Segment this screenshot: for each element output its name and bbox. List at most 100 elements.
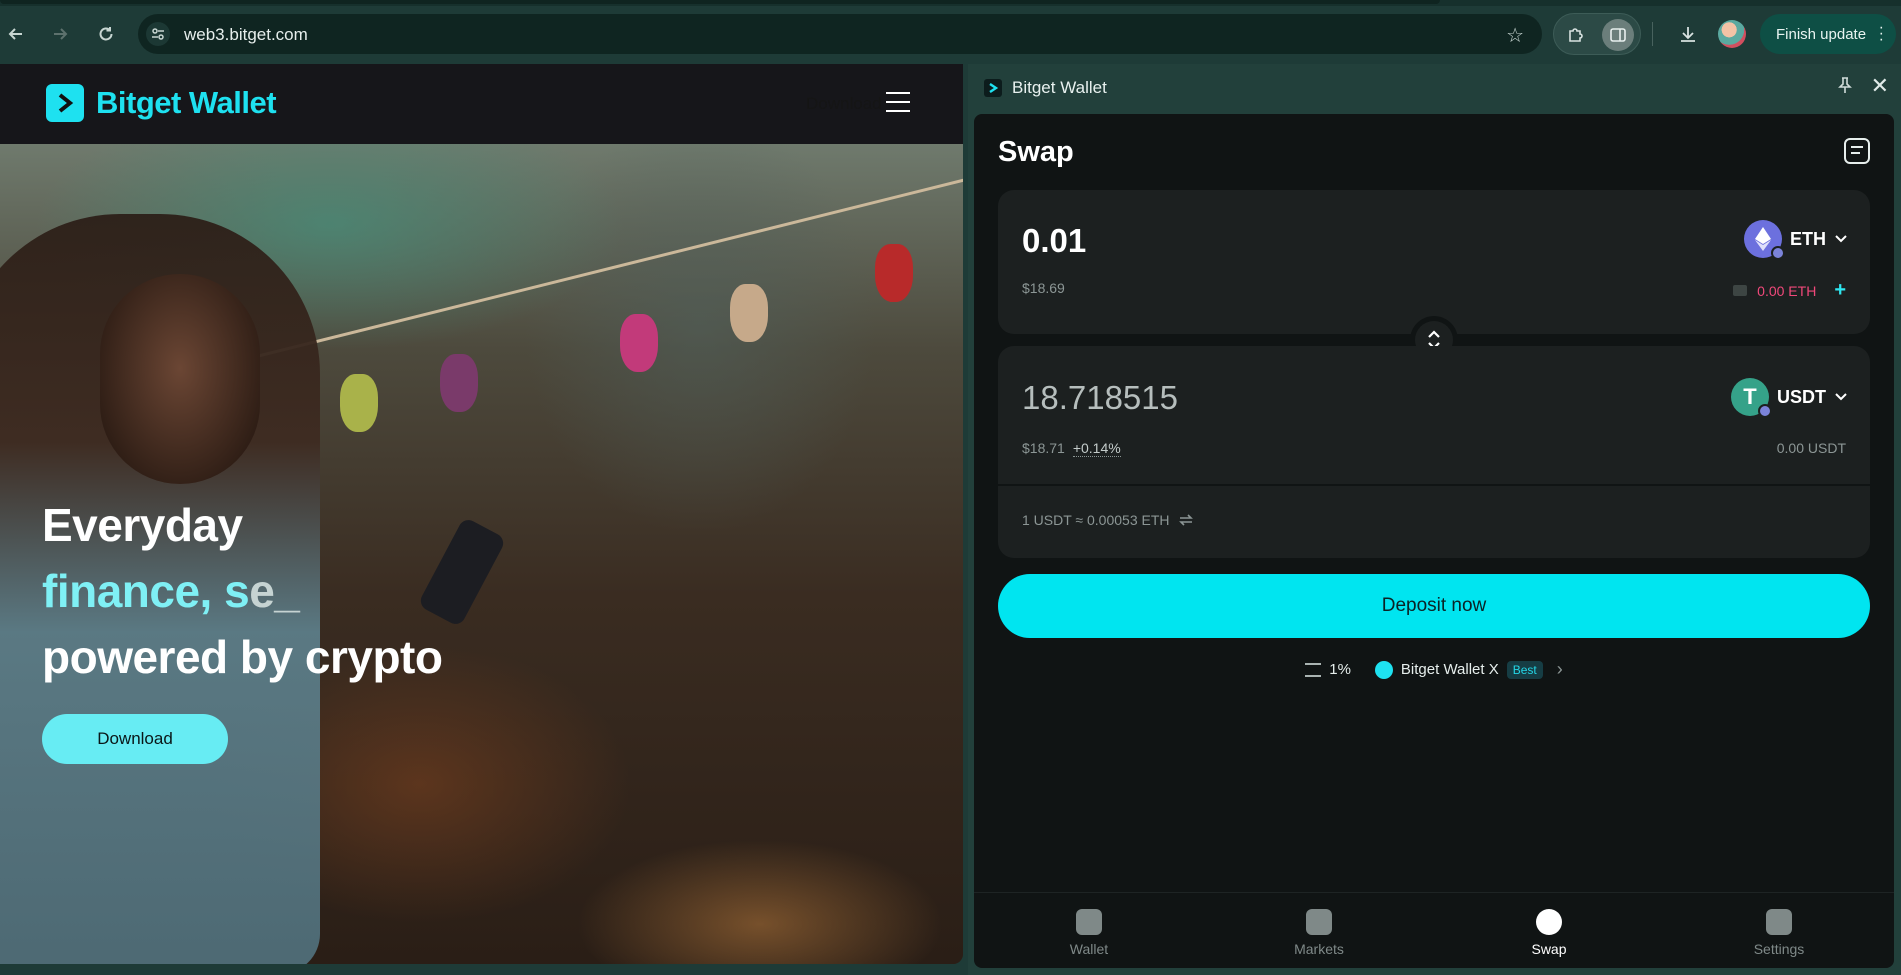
menu-icon[interactable] xyxy=(886,92,910,112)
decorative-bag xyxy=(440,354,478,412)
nav-swap[interactable]: Swap xyxy=(1434,893,1664,968)
chevron-down-icon xyxy=(1835,235,1847,243)
website-viewport: Bitget Wallet Download Everyday finance,… xyxy=(0,64,963,964)
deposit-now-button[interactable]: Deposit now xyxy=(998,574,1870,638)
pin-icon[interactable] xyxy=(1837,76,1853,99)
hero-banner: Everyday finance, se_ powered by crypto … xyxy=(0,144,963,964)
nav-wallet[interactable]: Wallet xyxy=(974,893,1204,968)
settings-icon xyxy=(1766,909,1792,935)
side-panel-button[interactable] xyxy=(1602,19,1634,51)
decorative-bag xyxy=(730,284,768,342)
forward-button[interactable] xyxy=(44,18,76,50)
finish-update-label: Finish update xyxy=(1776,25,1867,43)
chart-icon xyxy=(1306,909,1332,935)
exchange-rate-row: 1 USDT ≈ 0.00053 ETH xyxy=(1022,512,1194,528)
arrow-left-icon xyxy=(8,28,22,40)
downloads-button[interactable] xyxy=(1672,18,1704,50)
decorative-bag xyxy=(875,244,913,302)
brand-name: Bitget Wallet xyxy=(96,85,277,120)
order-history-icon[interactable] xyxy=(1844,138,1870,164)
headline-line-3: powered by crypto xyxy=(42,631,443,683)
tab-strip-line xyxy=(0,0,1440,4)
price-impact[interactable]: +0.14% xyxy=(1072,440,1121,457)
bookmark-star-icon[interactable]: ☆ xyxy=(1506,23,1524,48)
extensions-group xyxy=(1553,13,1641,55)
browser-side-panel: Bitget Wallet ✕ Swap 0.01 $18.69 ETH 0.0… xyxy=(968,64,1901,975)
bottom-nav: Wallet Markets Swap Settings xyxy=(974,892,1894,968)
bitget-wallet-icon xyxy=(984,79,1002,97)
hero-download-button[interactable]: Download xyxy=(42,714,228,764)
profile-avatar[interactable] xyxy=(1718,20,1746,48)
from-token-card: 0.01 $18.69 ETH 0.00 ETH + xyxy=(998,190,1870,334)
more-vert-icon: · · · xyxy=(1878,19,1884,48)
site-header: Bitget Wallet Download xyxy=(0,64,963,144)
tab-strip xyxy=(0,0,1901,6)
side-panel-title: Bitget Wallet xyxy=(1012,78,1107,97)
to-token-selector[interactable]: T USDT xyxy=(1731,378,1848,418)
swap-title: Swap xyxy=(998,136,1074,168)
nav-settings[interactable]: Settings xyxy=(1664,893,1894,968)
chevron-down-icon xyxy=(1835,393,1847,401)
arrow-right-icon xyxy=(54,28,68,40)
reload-button[interactable] xyxy=(90,18,122,50)
headline-typed-text: finance, s xyxy=(42,565,250,617)
to-usd-value: $18.71 xyxy=(1022,440,1065,456)
nav-label: Settings xyxy=(1753,941,1805,957)
from-balance: 0.00 ETH + xyxy=(1733,279,1846,302)
best-badge: Best xyxy=(1506,660,1543,679)
url-text: web3.bitget.com xyxy=(184,25,308,44)
from-token-selector[interactable]: ETH xyxy=(1744,220,1848,260)
address-bar[interactable]: web3.bitget.com ☆ xyxy=(138,14,1542,54)
back-button[interactable] xyxy=(0,18,32,50)
reload-icon xyxy=(99,27,113,41)
to-balance: 0.00 USDT xyxy=(1777,440,1846,456)
provider-name: Bitget Wallet X xyxy=(1400,661,1499,678)
slippage-value: 1% xyxy=(1329,661,1351,678)
slippage-icon xyxy=(1305,662,1322,677)
site-info-icon[interactable] xyxy=(146,22,170,46)
hero-phone-image xyxy=(417,516,507,628)
route-info-row[interactable]: 1% Bitget Wallet X Best › xyxy=(974,659,1894,680)
from-amount-input[interactable]: 0.01 xyxy=(1022,222,1086,260)
headline-line-1: Everyday xyxy=(42,499,243,551)
card-divider xyxy=(998,484,1870,486)
chevron-right-icon: › xyxy=(1556,659,1563,679)
nav-label: Markets xyxy=(1294,941,1344,957)
chain-badge-icon xyxy=(1758,404,1772,418)
to-usd-row: $18.71 +0.14% xyxy=(1022,440,1121,457)
add-funds-icon[interactable]: + xyxy=(1834,279,1846,302)
extensions-button[interactable] xyxy=(1560,19,1592,51)
finish-update-button[interactable]: Finish update · · · xyxy=(1760,14,1896,54)
eth-icon xyxy=(1744,220,1785,260)
decorative-bag xyxy=(340,374,378,432)
side-panel-header: Bitget Wallet xyxy=(984,78,1107,98)
headline-line-2: finance, se_ xyxy=(42,558,300,624)
to-balance-value: 0.00 USDT xyxy=(1776,440,1846,456)
to-token-card: 18.718515 $18.71 +0.14% T USDT 0.00 USDT … xyxy=(998,346,1870,558)
nav-markets[interactable]: Markets xyxy=(1204,893,1434,968)
hero-face-image xyxy=(100,274,260,484)
toolbar-separator xyxy=(1652,22,1653,46)
wallet-swap-screen: Swap 0.01 $18.69 ETH 0.00 ETH + 18.71851… xyxy=(974,114,1894,968)
from-balance-value: 0.00 ETH xyxy=(1757,282,1817,299)
header-download-link[interactable]: Download xyxy=(806,94,882,114)
from-token-symbol: ETH xyxy=(1790,228,1826,249)
bitget-logo[interactable]: Bitget Wallet xyxy=(46,84,277,122)
wallet-icon xyxy=(1076,909,1102,935)
chain-badge-icon xyxy=(1771,246,1785,260)
nav-label: Swap xyxy=(1531,941,1567,957)
provider-icon xyxy=(1374,660,1393,679)
close-icon[interactable]: ✕ xyxy=(1871,73,1889,99)
to-amount-output: 18.718515 xyxy=(1022,379,1178,416)
nav-label: Wallet xyxy=(1069,941,1109,957)
headline-typing-cursor: e_ xyxy=(249,565,300,617)
side-panel-icon xyxy=(1610,28,1626,42)
bitget-logo-icon xyxy=(46,84,84,122)
tune-icon xyxy=(152,28,164,40)
usdt-icon: T xyxy=(1731,378,1772,418)
from-usd-value: $18.69 xyxy=(1022,280,1065,296)
puzzle-icon xyxy=(1569,28,1583,42)
refresh-rate-icon[interactable] xyxy=(1178,513,1194,527)
wallet-balance-icon xyxy=(1733,285,1748,296)
exchange-rate: 1 USDT ≈ 0.00053 ETH xyxy=(1022,512,1170,528)
